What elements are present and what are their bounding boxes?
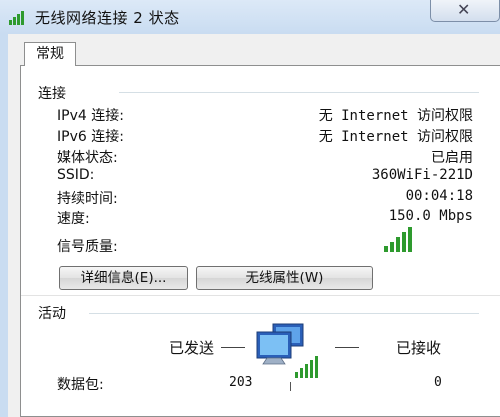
activity-divider: [89, 313, 479, 314]
network-computers-icon: [256, 323, 318, 378]
ipv6-value: 无 Internet 访问权限: [318, 129, 473, 145]
title-bar[interactable]: 无线网络连接 2 状态 ✕: [0, 0, 500, 34]
speed-value: 150.0 Mbps: [388, 208, 473, 224]
tab-general[interactable]: 常规: [24, 42, 76, 66]
wireless-signal-icon: [9, 11, 24, 25]
packets-sent-value: 203: [229, 375, 253, 390]
ipv6-label: IPv6 连接:: [57, 129, 124, 145]
status-window: 无线网络连接 2 状态 ✕ 常规 连接 IPv4 连接: 无 Internet …: [0, 0, 500, 417]
sent-dash: [221, 347, 245, 348]
ipv4-label: IPv4 连接:: [57, 108, 124, 124]
details-button[interactable]: 详细信息(E)...: [59, 266, 188, 290]
close-icon: ✕: [457, 0, 471, 19]
sent-label: 已发送: [169, 339, 215, 357]
close-button[interactable]: ✕: [430, 0, 500, 22]
general-panel: 连接 IPv4 连接: 无 Internet 访问权限 IPv6 连接: 无 I…: [20, 65, 500, 417]
media-state-label: 媒体状态:: [57, 150, 118, 166]
signal-bars-icon: [384, 227, 412, 252]
received-label: 已接收: [396, 339, 442, 357]
section-separator: [21, 295, 500, 296]
duration-label: 持续时间:: [57, 191, 118, 207]
ssid-value: 360WiFi-221D: [371, 167, 473, 183]
window-title: 无线网络连接 2 状态: [35, 9, 180, 27]
duration-value: 00:04:18: [405, 188, 473, 204]
speed-label: 速度:: [57, 211, 90, 227]
media-state-value: 已启用: [431, 150, 473, 166]
ssid-label: SSID:: [57, 167, 95, 183]
received-dash: [335, 347, 359, 348]
packets-divider-tick: [290, 382, 291, 391]
packets-label: 数据包:: [57, 377, 104, 393]
ipv4-value: 无 Internet 访问权限: [318, 108, 473, 124]
dialog-body: 常规 连接 IPv4 连接: 无 Internet 访问权限 IPv6 连接: …: [8, 34, 500, 417]
packets-received-value: 0: [434, 375, 442, 390]
connection-group-label: 连接: [38, 86, 66, 102]
signal-quality-label: 信号质量:: [57, 239, 118, 255]
connection-divider: [119, 92, 479, 93]
wireless-properties-button[interactable]: 无线属性(W): [196, 266, 373, 290]
activity-group-label: 活动: [38, 306, 66, 322]
